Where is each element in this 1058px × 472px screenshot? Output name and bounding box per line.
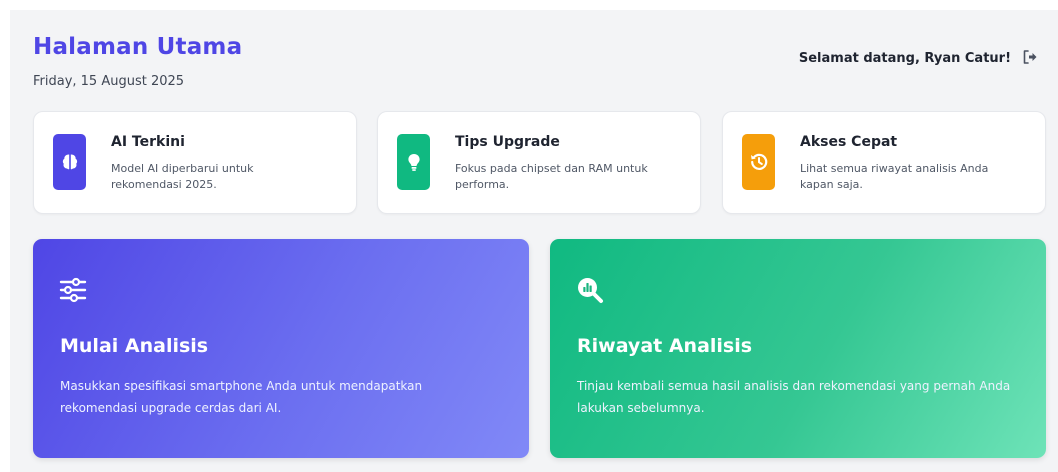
history-icon xyxy=(750,153,767,170)
info-card-title: AI Terkini xyxy=(111,134,185,150)
mulai-analisis-card[interactable]: Mulai Analisis Masukkan spesifikasi smar… xyxy=(33,239,529,458)
header: Halaman Utama Friday, 15 August 2025 Sel… xyxy=(33,34,1058,94)
info-card-akses-cepat: Akses Cepat Lihat semua riwayat analisis… xyxy=(722,111,1046,214)
riwayat-analisis-card[interactable]: Riwayat Analisis Tinjau kembali semua ha… xyxy=(550,239,1046,458)
action-card-title: Riwayat Analisis xyxy=(577,335,753,357)
info-card-ai-terkini: AI Terkini Model AI diperbarui untuk rek… xyxy=(33,111,357,214)
sliders-icon xyxy=(59,277,87,303)
info-card-icon-box xyxy=(397,134,430,190)
info-card-title: Tips Upgrade xyxy=(455,134,560,150)
info-card-description: Model AI diperbarui untuk rekomendasi 20… xyxy=(111,162,254,191)
info-card-description: Fokus pada chipset dan RAM untuk perform… xyxy=(455,162,648,191)
action-card-description: Tinjau kembali semua hasil analisis dan … xyxy=(577,379,1011,415)
info-card-title: Akses Cepat xyxy=(800,134,898,150)
info-card-description: Lihat semua riwayat analisis Anda kapan … xyxy=(800,162,989,191)
brain-icon xyxy=(62,154,77,170)
action-card-title: Mulai Analisis xyxy=(60,335,209,357)
main-page: Halaman Utama Friday, 15 August 2025 Sel… xyxy=(10,10,1058,472)
logout-icon[interactable] xyxy=(1021,48,1039,66)
welcome-message: Selamat datang, Ryan Catur! xyxy=(799,51,1011,66)
info-card-icon-box xyxy=(53,134,86,190)
current-date: Friday, 15 August 2025 xyxy=(33,74,185,89)
info-card-icon-box xyxy=(742,134,775,190)
page-title: Halaman Utama xyxy=(33,34,243,60)
welcome-prefix: Selamat datang, xyxy=(798,51,920,66)
info-card-tips-upgrade: Tips Upgrade Fokus pada chipset dan RAM … xyxy=(377,111,701,214)
magnifier-chart-icon xyxy=(578,278,603,303)
action-card-description: Masukkan spesifikasi smartphone Anda unt… xyxy=(60,379,423,415)
lightbulb-icon xyxy=(407,154,420,171)
user-name: Ryan Catur! xyxy=(924,51,1011,66)
